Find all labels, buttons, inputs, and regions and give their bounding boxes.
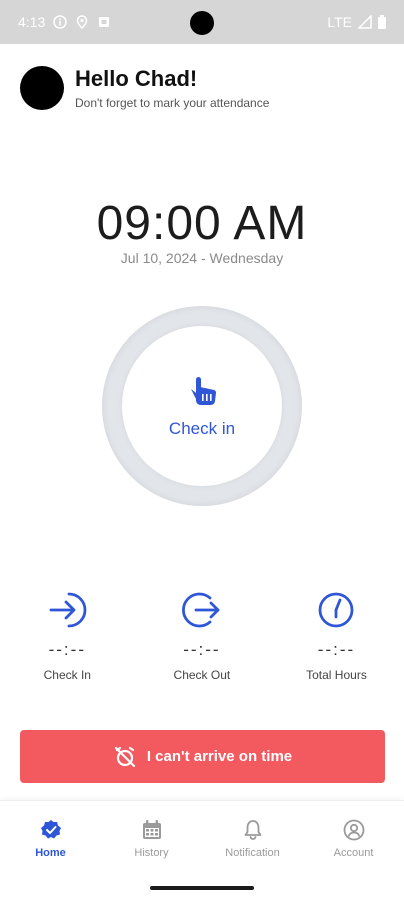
check-in-arrow-icon — [49, 592, 87, 628]
header-text: Hello Chad! Don't forget to mark your at… — [75, 66, 269, 110]
attendance-stats: --:-- Check In --:-- Check Out --:-- Tot… — [0, 590, 404, 682]
location-icon — [76, 15, 88, 29]
checkin-label: Check in — [168, 419, 236, 438]
pointer-hand-icon — [191, 377, 216, 405]
total-hours-label: Total Hours — [306, 668, 367, 682]
nav-home-label: Home — [35, 847, 66, 859]
battery-icon — [378, 15, 386, 29]
check-in-label: Check In — [43, 668, 91, 682]
greeting: Hello Chad! — [75, 66, 198, 91]
stat-check-in: --:-- Check In — [0, 590, 135, 682]
status-right: LTE — [327, 14, 386, 30]
nav-account-label: Account — [333, 847, 374, 859]
current-time: 09:00 AM — [96, 197, 308, 250]
current-date: Jul 10, 2024 - Wednesday — [120, 250, 284, 266]
clock-icon — [319, 592, 354, 628]
nav-account[interactable]: Account — [303, 801, 404, 876]
gesture-handle[interactable] — [150, 886, 254, 890]
stat-total-hours: --:-- Total Hours — [269, 590, 404, 682]
nav-notification[interactable]: Notification — [202, 801, 303, 876]
status-left: 4:13 — [18, 14, 111, 30]
status-time: 4:13 — [18, 14, 46, 30]
home-badge-icon — [40, 820, 61, 839]
nav-home[interactable]: Home — [0, 801, 101, 876]
camera-cutout — [190, 11, 214, 35]
nav-notification-label: Notification — [225, 847, 280, 859]
signal-icon — [358, 15, 372, 29]
network-type: LTE — [327, 14, 352, 30]
subtitle: Don't forget to mark your attendance — [75, 96, 270, 110]
account-icon — [343, 819, 364, 841]
check-in-value: --:-- — [48, 640, 86, 659]
cant-arrive-on-time-button[interactable]: I can't arrive on time — [20, 730, 385, 783]
late-alarm-icon — [114, 746, 135, 767]
bell-icon — [244, 820, 261, 840]
check-out-arrow-icon — [181, 592, 220, 628]
info-icon — [53, 15, 67, 29]
stat-check-out: --:-- Check Out — [135, 590, 270, 682]
calendar-icon — [142, 820, 161, 839]
bottom-navigation: Home History Notification Account — [0, 800, 404, 876]
total-hours-value: --:-- — [317, 640, 356, 659]
late-button-label: I can't arrive on time — [146, 748, 293, 765]
check-out-label: Check Out — [173, 668, 231, 682]
header: Hello Chad! Don't forget to mark your at… — [20, 66, 269, 110]
nav-history-label: History — [134, 847, 169, 859]
nav-history[interactable]: History — [101, 801, 202, 876]
checkin-button[interactable]: Check in — [122, 326, 282, 486]
sim-card-icon — [99, 17, 110, 27]
avatar[interactable] — [20, 66, 64, 110]
check-out-value: --:-- — [183, 640, 221, 659]
